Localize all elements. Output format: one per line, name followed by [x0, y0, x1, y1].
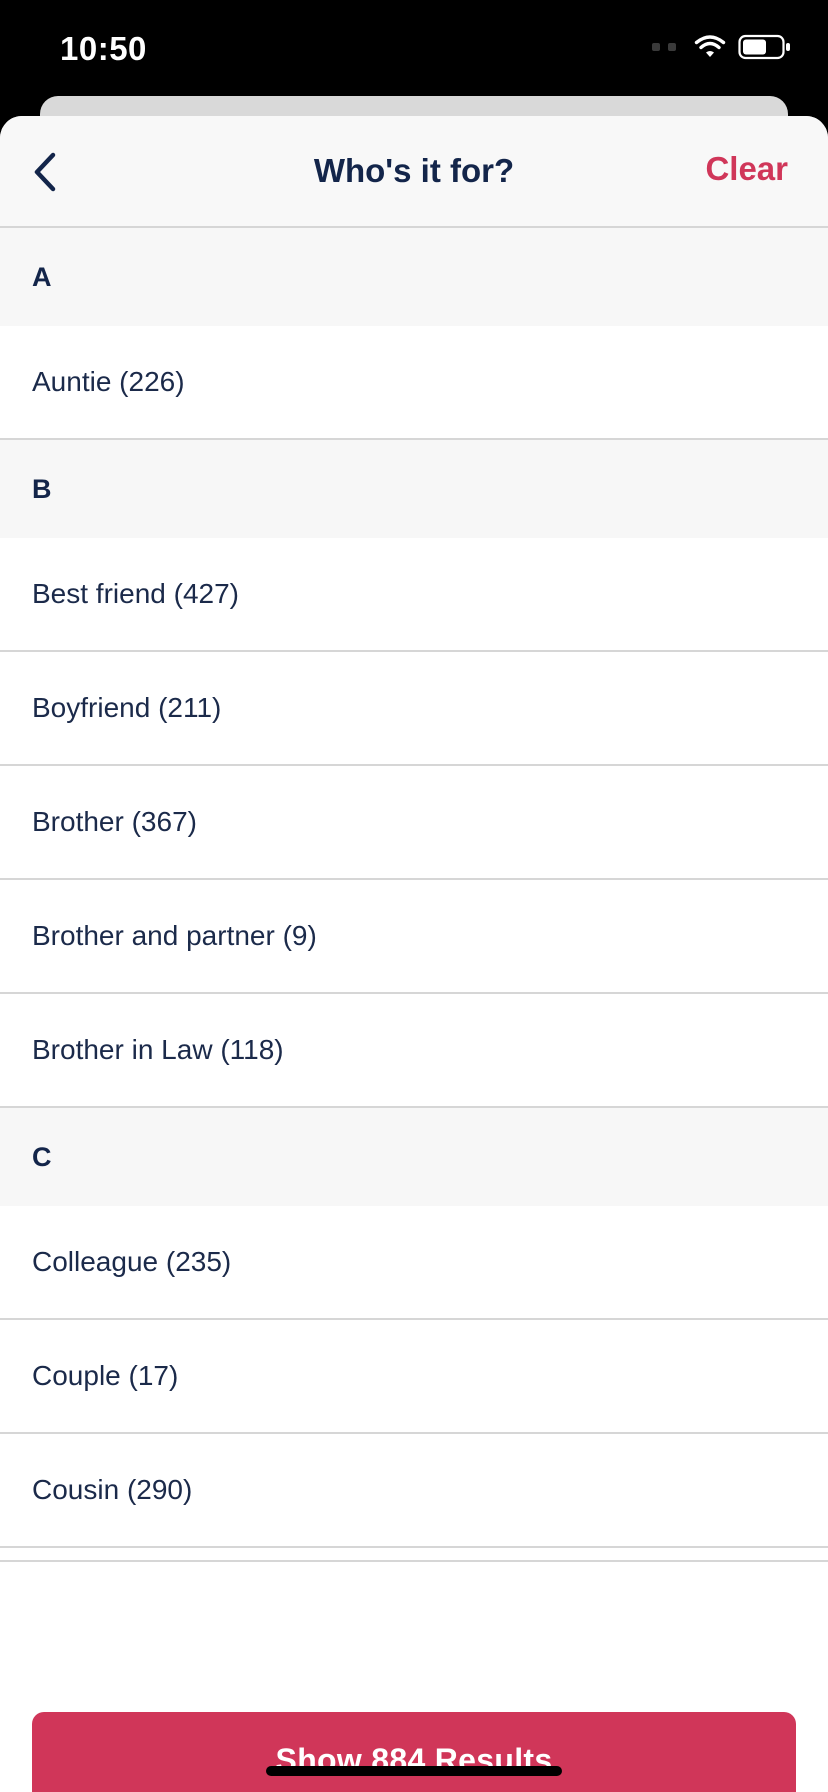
recipient-list: A Auntie (226) B Best friend (427) Boyfr… — [0, 228, 828, 1548]
list-item[interactable]: Couple (17) — [0, 1320, 828, 1434]
filter-sheet: Who's it for? Clear A Auntie (226) B Bes… — [0, 116, 828, 1792]
nav-header: Who's it for? Clear — [0, 116, 828, 228]
wifi-icon — [694, 35, 726, 57]
signal-dots-icon — [652, 43, 676, 51]
list-item[interactable]: Cousin (290) — [0, 1434, 828, 1548]
list-item[interactable]: Brother and partner (9) — [0, 880, 828, 994]
list-item[interactable]: Brother in Law (118) — [0, 994, 828, 1108]
list-item[interactable]: Best friend (427) — [0, 538, 828, 652]
clear-button[interactable]: Clear — [705, 150, 788, 188]
status-time: 10:50 — [60, 30, 147, 67]
footer: Show 884 Results — [0, 1560, 828, 1792]
page-title: Who's it for? — [313, 152, 515, 189]
home-indicator — [266, 1766, 562, 1776]
list-item[interactable]: Colleague (235) — [0, 1206, 828, 1320]
list-item[interactable]: Boyfriend (211) — [0, 652, 828, 766]
section-header-c: C — [0, 1108, 828, 1206]
list-item[interactable]: Brother (367) — [0, 766, 828, 880]
status-icons — [652, 34, 792, 60]
show-results-button[interactable]: Show 884 Results — [32, 1712, 796, 1792]
section-header-a: A — [0, 228, 828, 326]
list-item[interactable]: Auntie (226) — [0, 326, 828, 440]
battery-icon — [738, 34, 790, 60]
status-bar: 10:50 — [0, 0, 828, 100]
section-header-b: B — [0, 440, 828, 538]
